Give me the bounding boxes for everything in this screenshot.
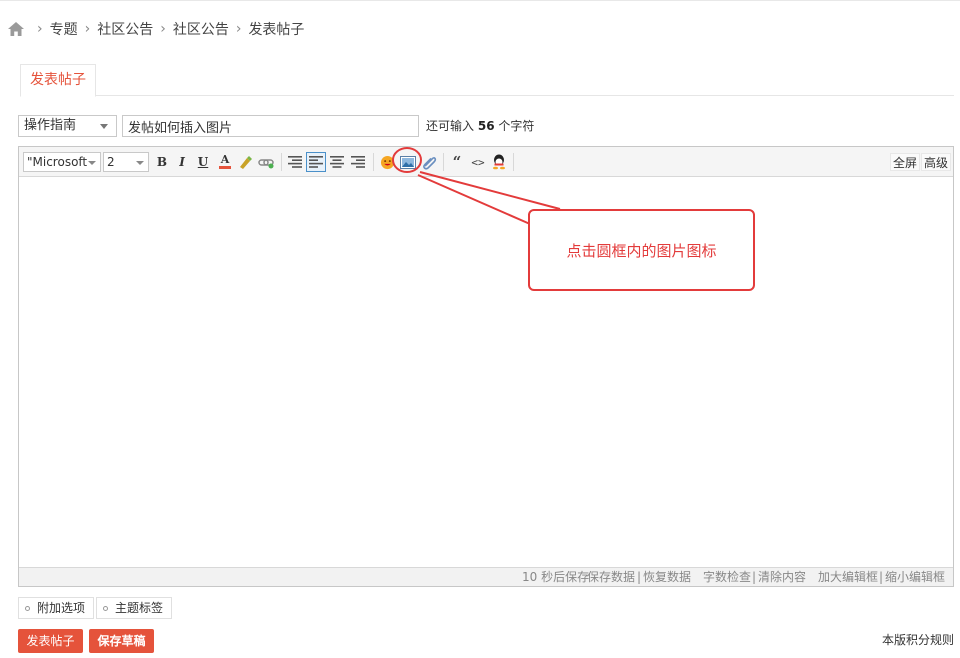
remaining-count: 56	[477, 119, 495, 133]
chevron-down-icon	[136, 161, 144, 165]
remaining-suffix: 个字符	[498, 119, 535, 133]
quote-button[interactable]: “	[447, 152, 467, 172]
word-check-link[interactable]: 字数检查	[703, 568, 751, 586]
emoji-icon[interactable]	[377, 152, 397, 172]
post-title-input[interactable]	[122, 115, 419, 137]
editor-content-area[interactable]	[19, 178, 953, 568]
toolbar-divider	[373, 153, 374, 171]
post-type-select[interactable]: 操作指南	[18, 115, 117, 137]
submit-post-button[interactable]: 发表帖子	[18, 629, 83, 653]
code-button[interactable]: <>	[468, 152, 488, 172]
editor-statusbar: 10 秒后保存 保存数据 | 恢复数据 字数检查 | 清除内容 加大编辑框 | …	[19, 567, 953, 586]
restore-data-link[interactable]: 恢复数据	[643, 568, 691, 586]
toolbar-divider	[443, 153, 444, 171]
post-type-value: 操作指南	[24, 118, 77, 133]
breadcrumb: › 专题 › 社区公告 › 社区公告 › 发表帖子	[8, 19, 304, 39]
font-family-select[interactable]: "Microsoft	[23, 152, 101, 172]
breadcrumb-item-topic[interactable]: 专题	[50, 19, 78, 39]
align-center-icon[interactable]	[327, 152, 347, 172]
background-color-icon[interactable]	[235, 152, 255, 172]
breadcrumb-item-announcement-board[interactable]: 社区公告	[173, 19, 229, 39]
bold-button[interactable]: B	[152, 152, 172, 172]
status-separator: |	[637, 570, 642, 584]
topic-tags-label: 主题标签	[115, 601, 164, 615]
chevron-down-icon	[100, 124, 108, 129]
chevron-down-icon	[88, 161, 96, 165]
image-icon[interactable]	[398, 152, 418, 172]
tab-bar: 发表帖子	[20, 64, 954, 97]
board-rules-link[interactable]: 本版积分规则	[882, 631, 954, 648]
extra-options-label: 附加选项	[37, 601, 86, 615]
remaining-chars: 还可输入 56 个字符	[426, 117, 534, 134]
top-divider	[0, 0, 960, 3]
topic-tags-button[interactable]: 主题标签	[96, 597, 173, 619]
shrink-editor-link[interactable]: 缩小编辑框	[885, 568, 945, 586]
callout-box: 点击圆框内的图片图标	[528, 209, 755, 291]
align-left-icon[interactable]	[306, 152, 326, 172]
tab-new-post[interactable]: 发表帖子	[20, 64, 96, 97]
font-color-swatch	[219, 166, 231, 169]
clear-content-link[interactable]: 清除内容	[758, 568, 806, 586]
home-icon[interactable]	[8, 22, 24, 36]
attachment-icon[interactable]	[419, 152, 439, 172]
font-size-value: 2	[107, 155, 115, 169]
advanced-button[interactable]: 高级	[921, 153, 952, 171]
enlarge-editor-link[interactable]: 加大编辑框	[818, 568, 878, 586]
font-size-select[interactable]: 2	[103, 152, 149, 172]
fullscreen-button[interactable]: 全屏	[890, 153, 921, 171]
font-color-button[interactable]: A	[215, 152, 235, 172]
bullet-icon	[103, 605, 108, 611]
toolbar-divider	[281, 153, 282, 171]
chevron-right-icon: ›	[84, 21, 91, 37]
status-separator: |	[752, 570, 757, 584]
save-draft-button[interactable]: 保存草稿	[89, 629, 154, 653]
rich-text-editor: "Microsoft 2 B I U A “ <> 全屏 高级 10 秒后保存 …	[18, 146, 954, 587]
link-icon[interactable]	[256, 152, 276, 172]
editor-toolbar: "Microsoft 2 B I U A “ <> 全屏 高级	[19, 147, 953, 177]
chevron-right-icon: ›	[160, 21, 166, 37]
align-right-icon[interactable]	[348, 152, 368, 172]
italic-button[interactable]: I	[172, 152, 192, 172]
chevron-right-icon: ›	[235, 21, 242, 37]
bullet-icon	[25, 605, 30, 611]
font-family-value: "Microsoft	[27, 155, 88, 169]
remaining-prefix: 还可输入	[426, 119, 475, 133]
breadcrumb-item-current: 发表帖子	[248, 22, 305, 38]
font-color-label: A	[220, 153, 230, 166]
status-separator: |	[879, 570, 884, 584]
breadcrumb-item-announcement[interactable]: 社区公告	[97, 19, 153, 39]
underline-button[interactable]: U	[193, 152, 213, 172]
qq-icon[interactable]	[489, 152, 509, 172]
extra-options-button[interactable]: 附加选项	[18, 597, 95, 619]
toolbar-divider	[513, 153, 514, 171]
autosave-status: 10 秒后保存	[522, 570, 590, 584]
save-data-link[interactable]: 保存数据	[587, 568, 635, 586]
chevron-right-icon: ›	[37, 21, 43, 37]
align-justify-icon[interactable]	[285, 152, 305, 172]
